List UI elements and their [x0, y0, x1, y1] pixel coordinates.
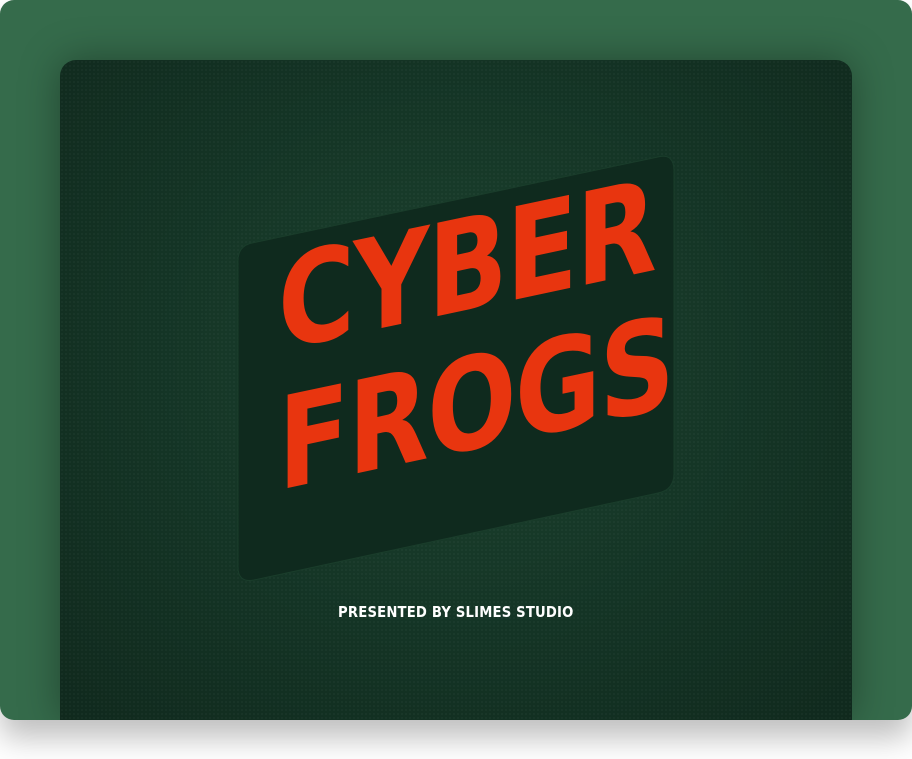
app-frame: CYBER FROGS PRESENTED BY SLIMES STUDIO — [0, 0, 912, 720]
title-logo[interactable]: CYBER FROGS — [237, 152, 675, 585]
presented-by-text: PRESENTED BY SLIMES STUDIO — [60, 603, 852, 621]
subtitle-label: PRESENTED BY SLIMES STUDIO — [338, 603, 574, 621]
game-screen: CYBER FROGS PRESENTED BY SLIMES STUDIO — [60, 60, 852, 720]
